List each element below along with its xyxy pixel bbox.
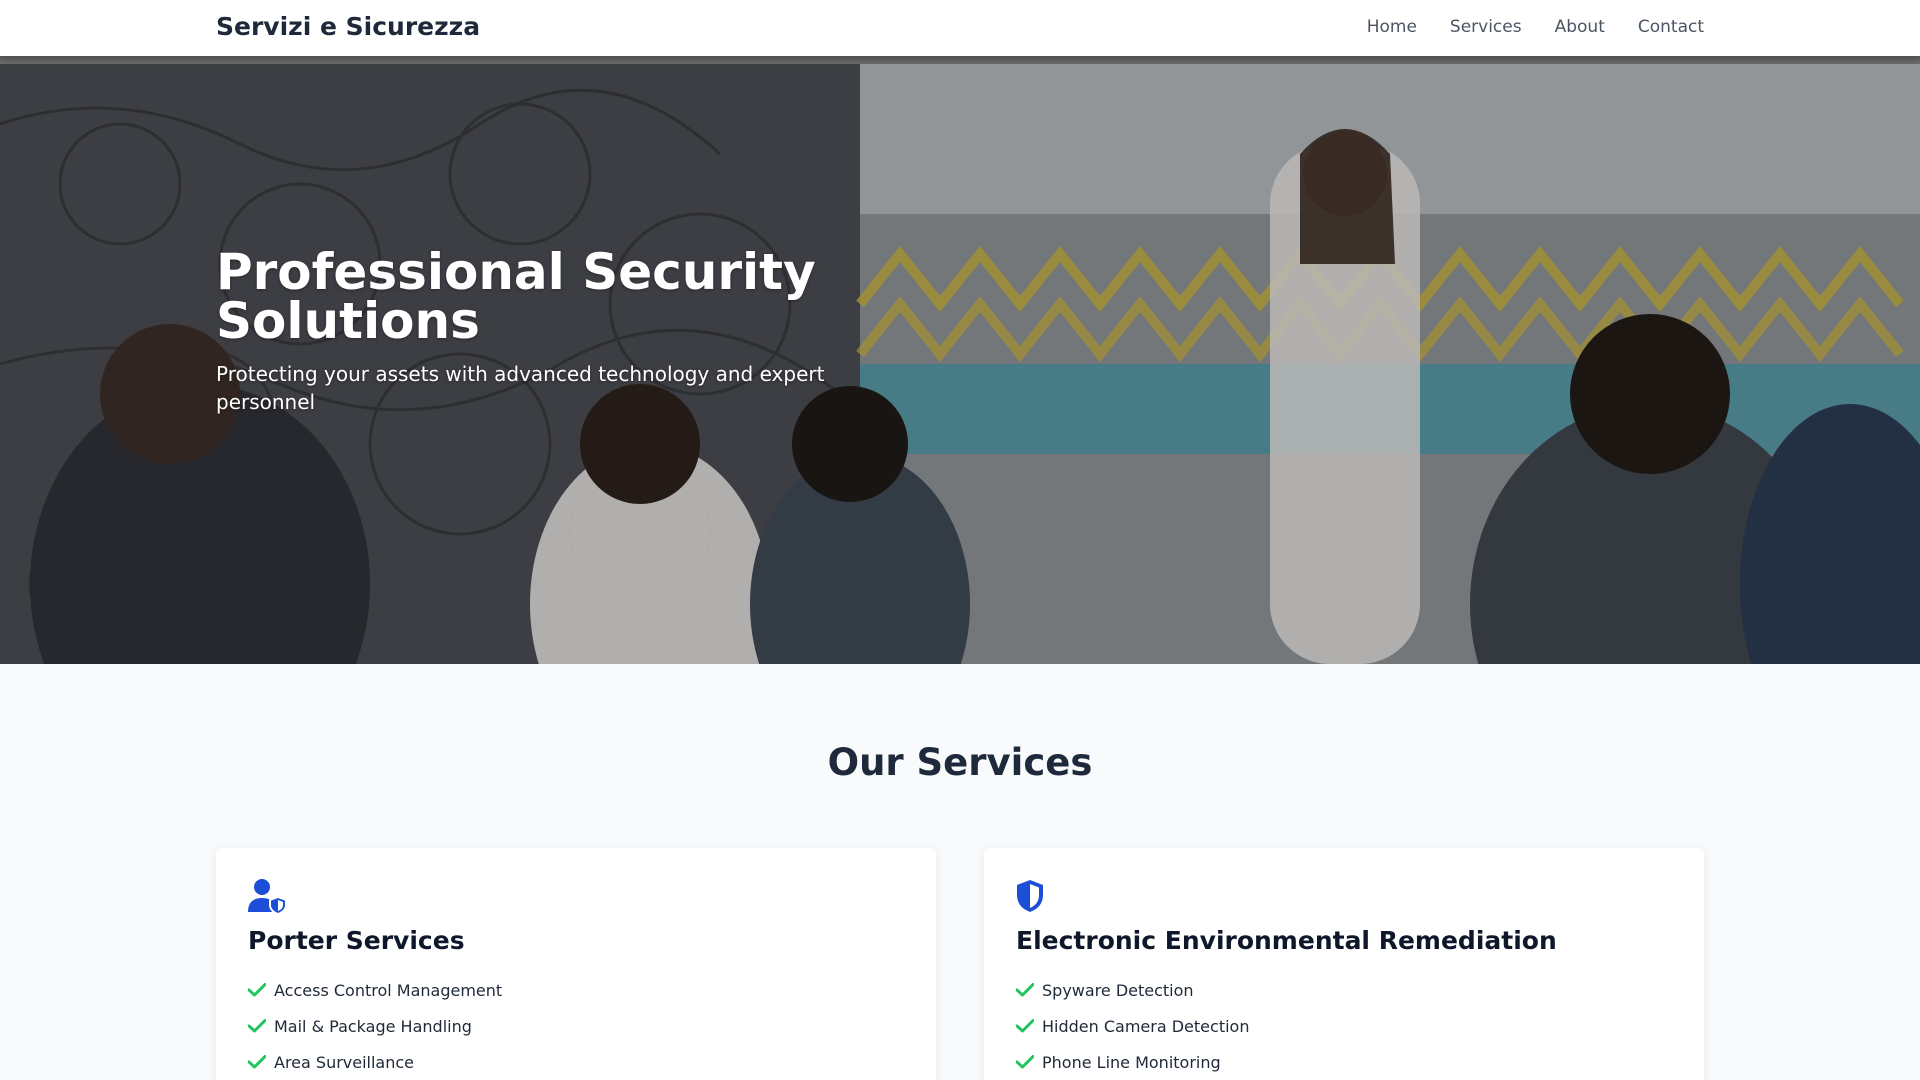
list-item-label: Spyware Detection [1042, 980, 1194, 1000]
main-nav: Home Services About Contact [1367, 16, 1704, 38]
services-heading: Our Services [827, 741, 1093, 784]
check-icon [1016, 1019, 1034, 1033]
list-item-label: Phone Line Monitoring [1042, 1052, 1221, 1072]
service-card-title: Porter Services [248, 926, 465, 955]
list-item-label: Area Surveillance [274, 1052, 415, 1072]
list-item: Spyware Detection [1016, 972, 1249, 1008]
nav-link-contact[interactable]: Contact [1638, 16, 1704, 38]
list-item-label: Access Control Management [274, 980, 503, 1000]
check-icon [1016, 1055, 1034, 1069]
shield-icon [1017, 880, 1043, 912]
service-card-remediation: Electronic Environmental Remediation Spy… [984, 848, 1704, 1080]
service-card-title: Electronic Environmental Remediation [1016, 926, 1557, 955]
hero-section: Professional Security Solutions Protecti… [0, 64, 1920, 664]
list-item: Hidden Camera Detection [1016, 1008, 1249, 1044]
check-icon [248, 1019, 266, 1033]
nav-link-home[interactable]: Home [1367, 16, 1417, 38]
nav-link-services[interactable]: Services [1450, 16, 1522, 38]
check-icon [1016, 983, 1034, 997]
header-shadow-band [0, 56, 1920, 64]
list-item: Area Surveillance [248, 1044, 502, 1080]
nav-link-about[interactable]: About [1555, 16, 1605, 38]
brand-logo-text[interactable]: Servizi e Sicurezza [216, 12, 480, 42]
check-icon [248, 983, 266, 997]
hero-title: Professional Security Solutions [216, 243, 816, 350]
hero-subtitle: Protecting your assets with advanced tec… [216, 362, 825, 414]
list-item-label: Hidden Camera Detection [1042, 1016, 1250, 1036]
service-card-porter: Porter Services Access Control Managemen… [216, 848, 936, 1080]
site-header: Servizi e Sicurezza Home Services About … [0, 0, 1920, 56]
list-item-label: Mail & Package Handling [274, 1016, 472, 1036]
check-icon [248, 1055, 266, 1069]
service-feature-list: Spyware Detection Hidden Camera Detectio… [1016, 972, 1249, 1080]
service-feature-list: Access Control Management Mail & Package… [248, 972, 502, 1080]
list-item: Phone Line Monitoring [1016, 1044, 1249, 1080]
user-shield-icon [248, 879, 287, 914]
list-item: Mail & Package Handling [248, 1008, 502, 1044]
list-item: Access Control Management [248, 972, 502, 1008]
